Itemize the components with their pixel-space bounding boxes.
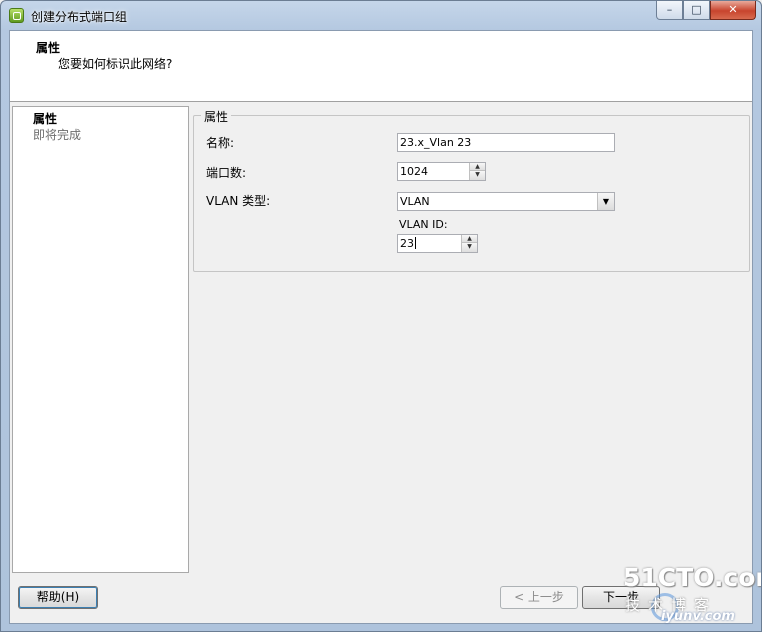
- window-controls: – □ ✕: [656, 1, 756, 21]
- back-button: < 上一步: [500, 586, 578, 609]
- spin-down-icon[interactable]: ▼: [462, 243, 477, 252]
- vlan-type-select[interactable]: VLAN ▼: [397, 192, 615, 211]
- wizard-window: 创建分布式端口组 – □ ✕ 属性 您要如何标识此网络? 属性 即将完成 属性 …: [0, 0, 762, 632]
- page-title: 属性: [36, 41, 61, 55]
- ports-stepper[interactable]: 1024 ▲ ▼: [397, 162, 486, 181]
- title-bar[interactable]: 创建分布式端口组 – □ ✕: [1, 1, 761, 29]
- wizard-header: 属性 您要如何标识此网络?: [10, 31, 752, 102]
- spin-down-icon[interactable]: ▼: [470, 171, 485, 180]
- close-button[interactable]: ✕: [710, 1, 756, 20]
- ports-spin-buttons[interactable]: ▲ ▼: [469, 163, 485, 180]
- page-subtitle: 您要如何标识此网络?: [58, 57, 173, 71]
- ports-value: 1024: [400, 165, 428, 178]
- wizard-client-area: 属性 您要如何标识此网络? 属性 即将完成 属性 名称: 23.x_Vlan 2…: [9, 30, 753, 624]
- ports-label: 端口数:: [206, 166, 247, 180]
- vsphere-app-icon: [9, 8, 24, 23]
- text-caret: [415, 237, 416, 249]
- window-title: 创建分布式端口组: [31, 10, 128, 24]
- vlan-id-value: 23: [400, 237, 414, 250]
- minimize-button[interactable]: –: [656, 1, 683, 20]
- spin-up-icon[interactable]: ▲: [470, 163, 485, 171]
- next-button[interactable]: 下一步: [582, 586, 660, 609]
- spin-up-icon[interactable]: ▲: [462, 235, 477, 243]
- vlan-type-value: VLAN: [400, 195, 430, 208]
- name-input[interactable]: 23.x_Vlan 23: [397, 133, 615, 152]
- maximize-button[interactable]: □: [683, 1, 710, 20]
- help-button[interactable]: 帮助(H): [18, 586, 98, 609]
- chevron-down-icon[interactable]: ▼: [597, 193, 614, 210]
- wizard-steps-panel: 属性 即将完成: [12, 106, 189, 573]
- wizard-main-panel: 属性 名称: 23.x_Vlan 23 端口数: 1024 ▲ ▼ VLAN 类…: [191, 106, 752, 573]
- step-properties[interactable]: 属性: [33, 110, 57, 127]
- name-label: 名称:: [206, 136, 235, 150]
- vlan-id-spin-buttons[interactable]: ▲ ▼: [461, 235, 477, 252]
- properties-group-title: 属性: [201, 108, 232, 125]
- step-ready-to-complete: 即将完成: [33, 128, 82, 142]
- vlan-id-stepper[interactable]: 23 ▲ ▼: [397, 234, 478, 253]
- vlan-id-label: VLAN ID:: [399, 218, 448, 231]
- properties-groupbox: 属性 名称: 23.x_Vlan 23 端口数: 1024 ▲ ▼ VLAN 类…: [193, 108, 750, 272]
- vlan-type-label: VLAN 类型:: [206, 194, 271, 208]
